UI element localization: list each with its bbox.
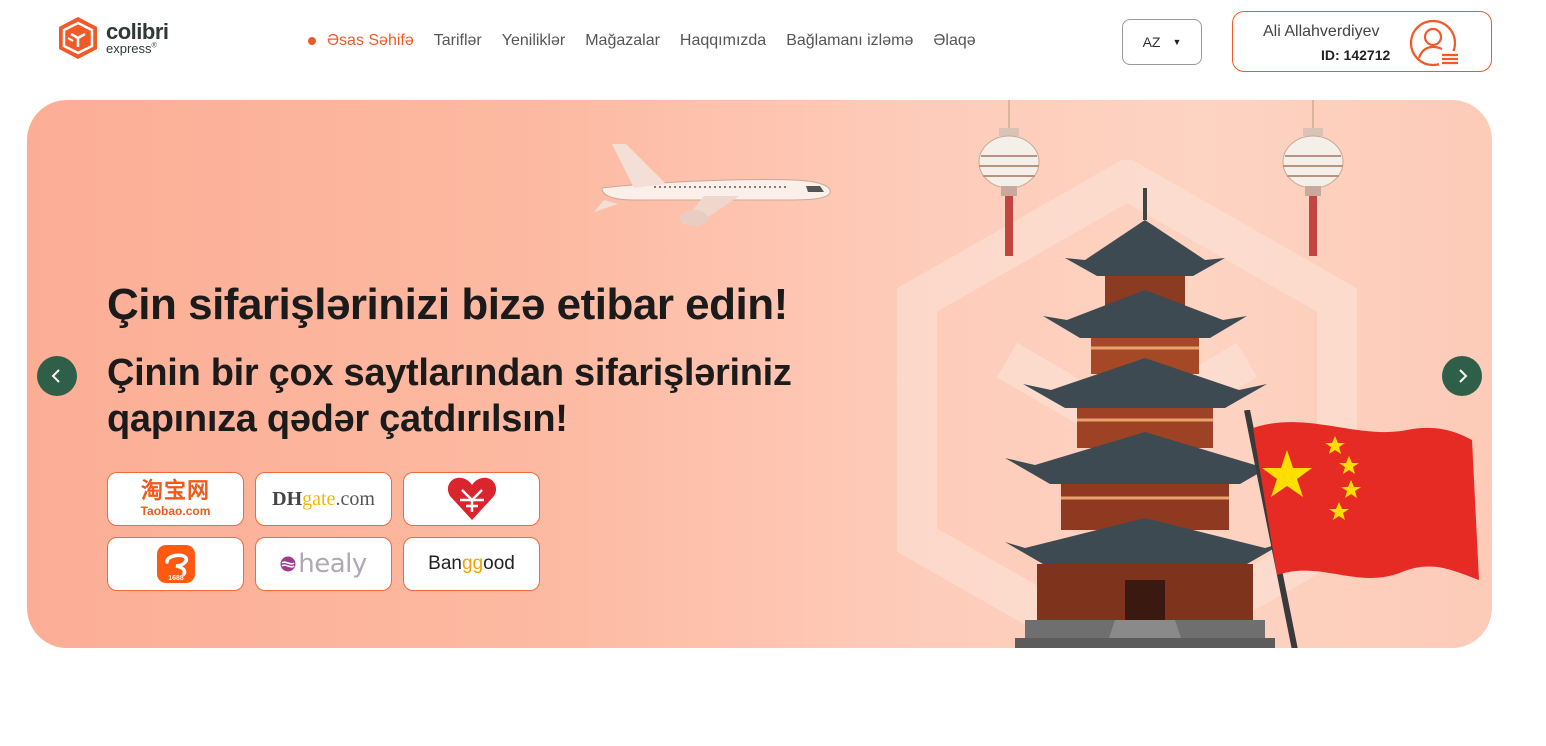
user-name: Ali Allahverdiyev xyxy=(1263,23,1380,40)
store-grid: 淘宝网 Taobao.com DH gate .com 1688 healy B… xyxy=(107,472,540,591)
banner-headline: Çin sifarişlərinizi bizə etibar edin! xyxy=(107,280,788,329)
nav-item-tariffs[interactable]: Tariflər xyxy=(434,32,482,50)
airplane-image xyxy=(594,144,831,226)
site-header: colibri express® Əsas Səhifə Tariflər Ye… xyxy=(0,0,1546,84)
caret-down-icon: ▼ xyxy=(1172,37,1182,47)
store-banggood[interactable]: Ban gg ood xyxy=(403,537,540,591)
language-value: AZ xyxy=(1142,34,1161,50)
carousel-next-button[interactable] xyxy=(1442,356,1482,396)
active-dot-icon xyxy=(308,37,316,45)
pinduoduo-logo-icon xyxy=(447,477,496,520)
healy-logo-text: healy xyxy=(298,549,367,579)
store-taobao[interactable]: 淘宝网 Taobao.com xyxy=(107,472,244,526)
china-flag-image xyxy=(1244,410,1479,648)
language-select[interactable]: AZ ▼ xyxy=(1122,19,1202,65)
chevron-left-icon xyxy=(51,369,60,383)
main-nav: Əsas Səhifə Tariflər Yeniliklər Mağazala… xyxy=(308,32,996,50)
logo[interactable]: colibri express® xyxy=(56,15,169,61)
nav-item-stores[interactable]: Mağazalar xyxy=(585,32,660,50)
logo-box-icon xyxy=(59,17,97,59)
store-healy[interactable]: healy xyxy=(255,537,392,591)
banner-subline: Çinin bir çox saytlarından sifarişlərini… xyxy=(107,352,792,440)
healy-logo-icon xyxy=(280,556,296,572)
taobao-logo-cn: 淘宝网 xyxy=(140,479,210,504)
svg-text:1688: 1688 xyxy=(168,575,184,582)
nav-item-home[interactable]: Əsas Səhifə xyxy=(308,32,414,50)
chevron-right-icon xyxy=(1459,369,1468,383)
nav-item-about[interactable]: Haqqımızda xyxy=(680,32,766,50)
store-dhgate[interactable]: DH gate .com xyxy=(255,472,392,526)
logo-sub: express® xyxy=(106,41,157,56)
taobao-logo-en: Taobao.com xyxy=(140,504,211,518)
nav-item-contact[interactable]: Əlaqə xyxy=(933,32,975,50)
user-profile-icon xyxy=(1409,19,1459,67)
lantern-image xyxy=(1282,100,1344,256)
alibaba-1688-logo-icon: 1688 xyxy=(156,545,195,583)
store-1688[interactable]: 1688 xyxy=(107,537,244,591)
nav-item-tracking[interactable]: Bağlamanı izləmə xyxy=(786,32,913,50)
hero-banner: Çin sifarişlərinizi bizə etibar edin! Çi… xyxy=(27,100,1492,648)
user-account-button[interactable]: Ali Allahverdiyev ID: 142712 xyxy=(1232,11,1492,72)
user-id: ID: 142712 xyxy=(1321,47,1391,63)
logo-name: colibri xyxy=(106,19,169,44)
carousel-prev-button[interactable] xyxy=(37,356,77,396)
store-pinduoduo[interactable] xyxy=(403,472,540,526)
nav-item-news[interactable]: Yeniliklər xyxy=(502,32,565,50)
